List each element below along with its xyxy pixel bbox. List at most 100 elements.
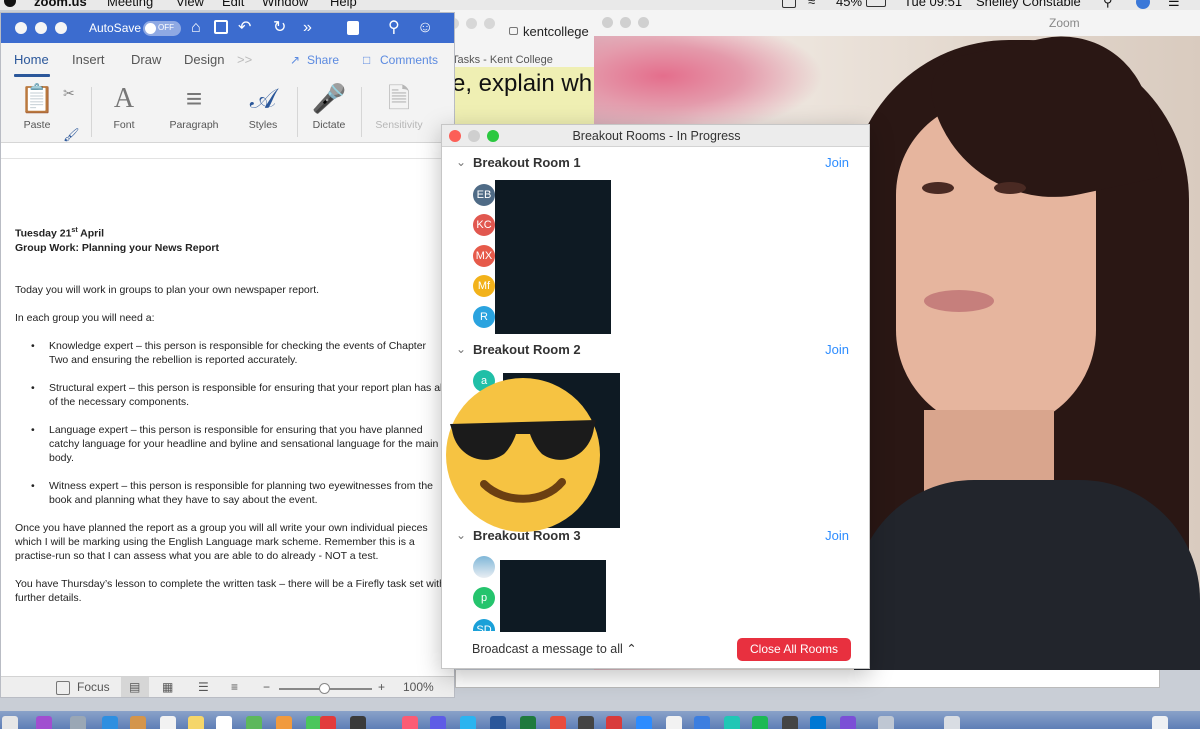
autosave-toggle[interactable]: OFF	[143, 21, 181, 36]
more-toolbar-icon[interactable]: »	[303, 19, 312, 37]
redo-icon[interactable]: ↻	[273, 19, 286, 37]
join-room-2-button[interactable]: Join	[825, 342, 849, 357]
tab-home[interactable]: Home	[14, 52, 49, 67]
maps-dock-icon[interactable]	[246, 716, 262, 729]
zoom-out-button[interactable]: −	[263, 680, 270, 694]
tab-insert[interactable]: Insert	[72, 52, 105, 67]
spotlight-search-icon[interactable]: ⚲	[1103, 0, 1113, 10]
menu-meeting[interactable]: Meeting	[107, 0, 153, 9]
zoom-status-icon[interactable]	[782, 0, 796, 8]
photos-dock-icon[interactable]	[276, 716, 292, 729]
undo-icon[interactable]: ↶	[238, 19, 251, 37]
sensitivity-group[interactable]: 🗎 Sensitivity	[371, 81, 427, 131]
format-painter-icon[interactable]: 🖌	[63, 127, 80, 143]
music-dock-icon[interactable]	[402, 716, 418, 729]
zoom-slider-thumb[interactable]	[319, 683, 330, 694]
outlook-dock-icon[interactable]	[810, 716, 826, 729]
contacts-dock-icon[interactable]	[130, 716, 146, 729]
breakout-room-2-header[interactable]: ⌄ Breakout Room 2 Join	[442, 341, 869, 363]
zoom-percent[interactable]: 100%	[403, 680, 434, 694]
web-layout-view-icon[interactable]: ▦	[162, 680, 173, 694]
terminal-dock-icon[interactable]	[782, 716, 798, 729]
word-zoom-button[interactable]	[55, 22, 67, 34]
document-dock-icon[interactable]	[944, 716, 960, 729]
battery-icon[interactable]	[866, 0, 886, 7]
chevron-down-icon[interactable]: ⌄	[456, 342, 466, 356]
facetime-dock-icon[interactable]	[320, 716, 336, 729]
scissors-icon[interactable]: ✂	[63, 85, 75, 102]
browser-zoom-button[interactable]	[484, 18, 495, 29]
menu-clock[interactable]: Tue 09:51	[904, 0, 962, 9]
comments-button[interactable]: Comments	[380, 53, 438, 67]
zoom-slider[interactable]	[279, 683, 372, 694]
teams-dock-icon[interactable]	[724, 716, 740, 729]
menu-edit[interactable]: Edit	[222, 0, 244, 9]
search-icon[interactable]: ⚲	[388, 19, 400, 37]
breakout-room-1-header[interactable]: ⌄ Breakout Room 1 Join	[442, 154, 869, 176]
join-room-3-button[interactable]: Join	[825, 528, 849, 543]
wifi-icon[interactable]: ≈	[808, 0, 815, 9]
siri-dock-icon[interactable]	[36, 716, 52, 729]
notes-dock-icon[interactable]	[188, 716, 204, 729]
browser-minimize-button[interactable]	[466, 18, 477, 29]
preview-dock-icon[interactable]	[666, 716, 682, 729]
outline-view-icon[interactable]: ☰	[198, 680, 209, 694]
document-canvas[interactable]: Tuesday 21st April Group Work: Planning …	[1, 144, 454, 676]
calendar-dock-icon[interactable]	[160, 716, 176, 729]
browser-url[interactable]: kentcollege	[523, 24, 589, 39]
word-dock-icon[interactable]	[490, 716, 506, 729]
document-body[interactable]: Tuesday 21st April Group Work: Planning …	[15, 224, 445, 619]
menu-help[interactable]: Help	[330, 0, 357, 9]
zoom-fullscreen-button[interactable]	[638, 17, 649, 28]
word-minimize-button[interactable]	[35, 22, 47, 34]
focus-button[interactable]: Focus	[77, 680, 110, 694]
menu-user-name[interactable]: Shelley Constable	[976, 0, 1081, 9]
styles-group[interactable]: 𝒜 Styles	[241, 81, 285, 131]
keynote-dock-icon[interactable]	[694, 716, 710, 729]
paragraph-group[interactable]: ≡ Paragraph	[166, 81, 222, 131]
launchpad-dock-icon[interactable]	[70, 716, 86, 729]
onenote-dock-icon[interactable]	[840, 716, 856, 729]
document-icon[interactable]	[347, 21, 359, 35]
finder-dock-icon[interactable]	[2, 716, 18, 729]
spotify-dock-icon[interactable]	[752, 716, 768, 729]
paste-group[interactable]: 📋 Paste	[15, 81, 59, 131]
tab-design[interactable]: Design	[184, 52, 224, 67]
system-preferences-dock-icon[interactable]	[578, 716, 594, 729]
broadcast-message-button[interactable]: Broadcast a message to all ⌃	[472, 641, 637, 656]
chrome-dock-icon[interactable]	[606, 716, 622, 729]
safari-dock-icon[interactable]	[102, 716, 118, 729]
zoom-minimize-button[interactable]	[620, 17, 631, 28]
apple-icon[interactable]	[4, 0, 16, 7]
chevron-down-icon[interactable]: ⌄	[456, 155, 466, 169]
draft-view-icon[interactable]: ≡	[231, 680, 238, 694]
more-tabs-icon[interactable]: >>	[237, 52, 252, 67]
home-icon[interactable]: ⌂	[191, 19, 201, 37]
podcasts-dock-icon[interactable]	[430, 716, 446, 729]
save-icon[interactable]	[214, 20, 228, 34]
word-close-button[interactable]	[15, 22, 27, 34]
downloads-dock-icon[interactable]	[878, 716, 894, 729]
dictate-group[interactable]: 🎤 Dictate	[307, 81, 351, 131]
reminders-dock-icon[interactable]	[216, 716, 232, 729]
browser-tab-title[interactable]: Tasks - Kent College	[452, 54, 553, 66]
zoom-close-button[interactable]	[602, 17, 613, 28]
menu-app-name[interactable]: zoom.us	[34, 0, 87, 9]
stocks-dock-icon[interactable]	[350, 716, 366, 729]
focus-icon[interactable]	[56, 681, 70, 695]
menu-list-icon[interactable]: ☰	[1168, 0, 1180, 10]
app-status-icon[interactable]	[1136, 0, 1150, 9]
tab-draw[interactable]: Draw	[131, 52, 161, 67]
feedback-smiley-icon[interactable]: ☺	[417, 19, 433, 37]
zoom-dock-icon[interactable]	[636, 716, 652, 729]
join-room-1-button[interactable]: Join	[825, 155, 849, 170]
close-all-rooms-button[interactable]: Close All Rooms	[737, 638, 851, 661]
menu-view[interactable]: View	[176, 0, 204, 9]
menu-window[interactable]: Window	[262, 0, 308, 9]
share-icon[interactable]: ↗	[290, 53, 300, 67]
powerpoint-dock-icon[interactable]	[550, 716, 566, 729]
excel-dock-icon[interactable]	[520, 716, 536, 729]
share-button[interactable]: Share	[307, 53, 339, 67]
trash-dock-icon[interactable]	[1152, 716, 1168, 729]
zoom-in-button[interactable]: +	[378, 680, 385, 694]
